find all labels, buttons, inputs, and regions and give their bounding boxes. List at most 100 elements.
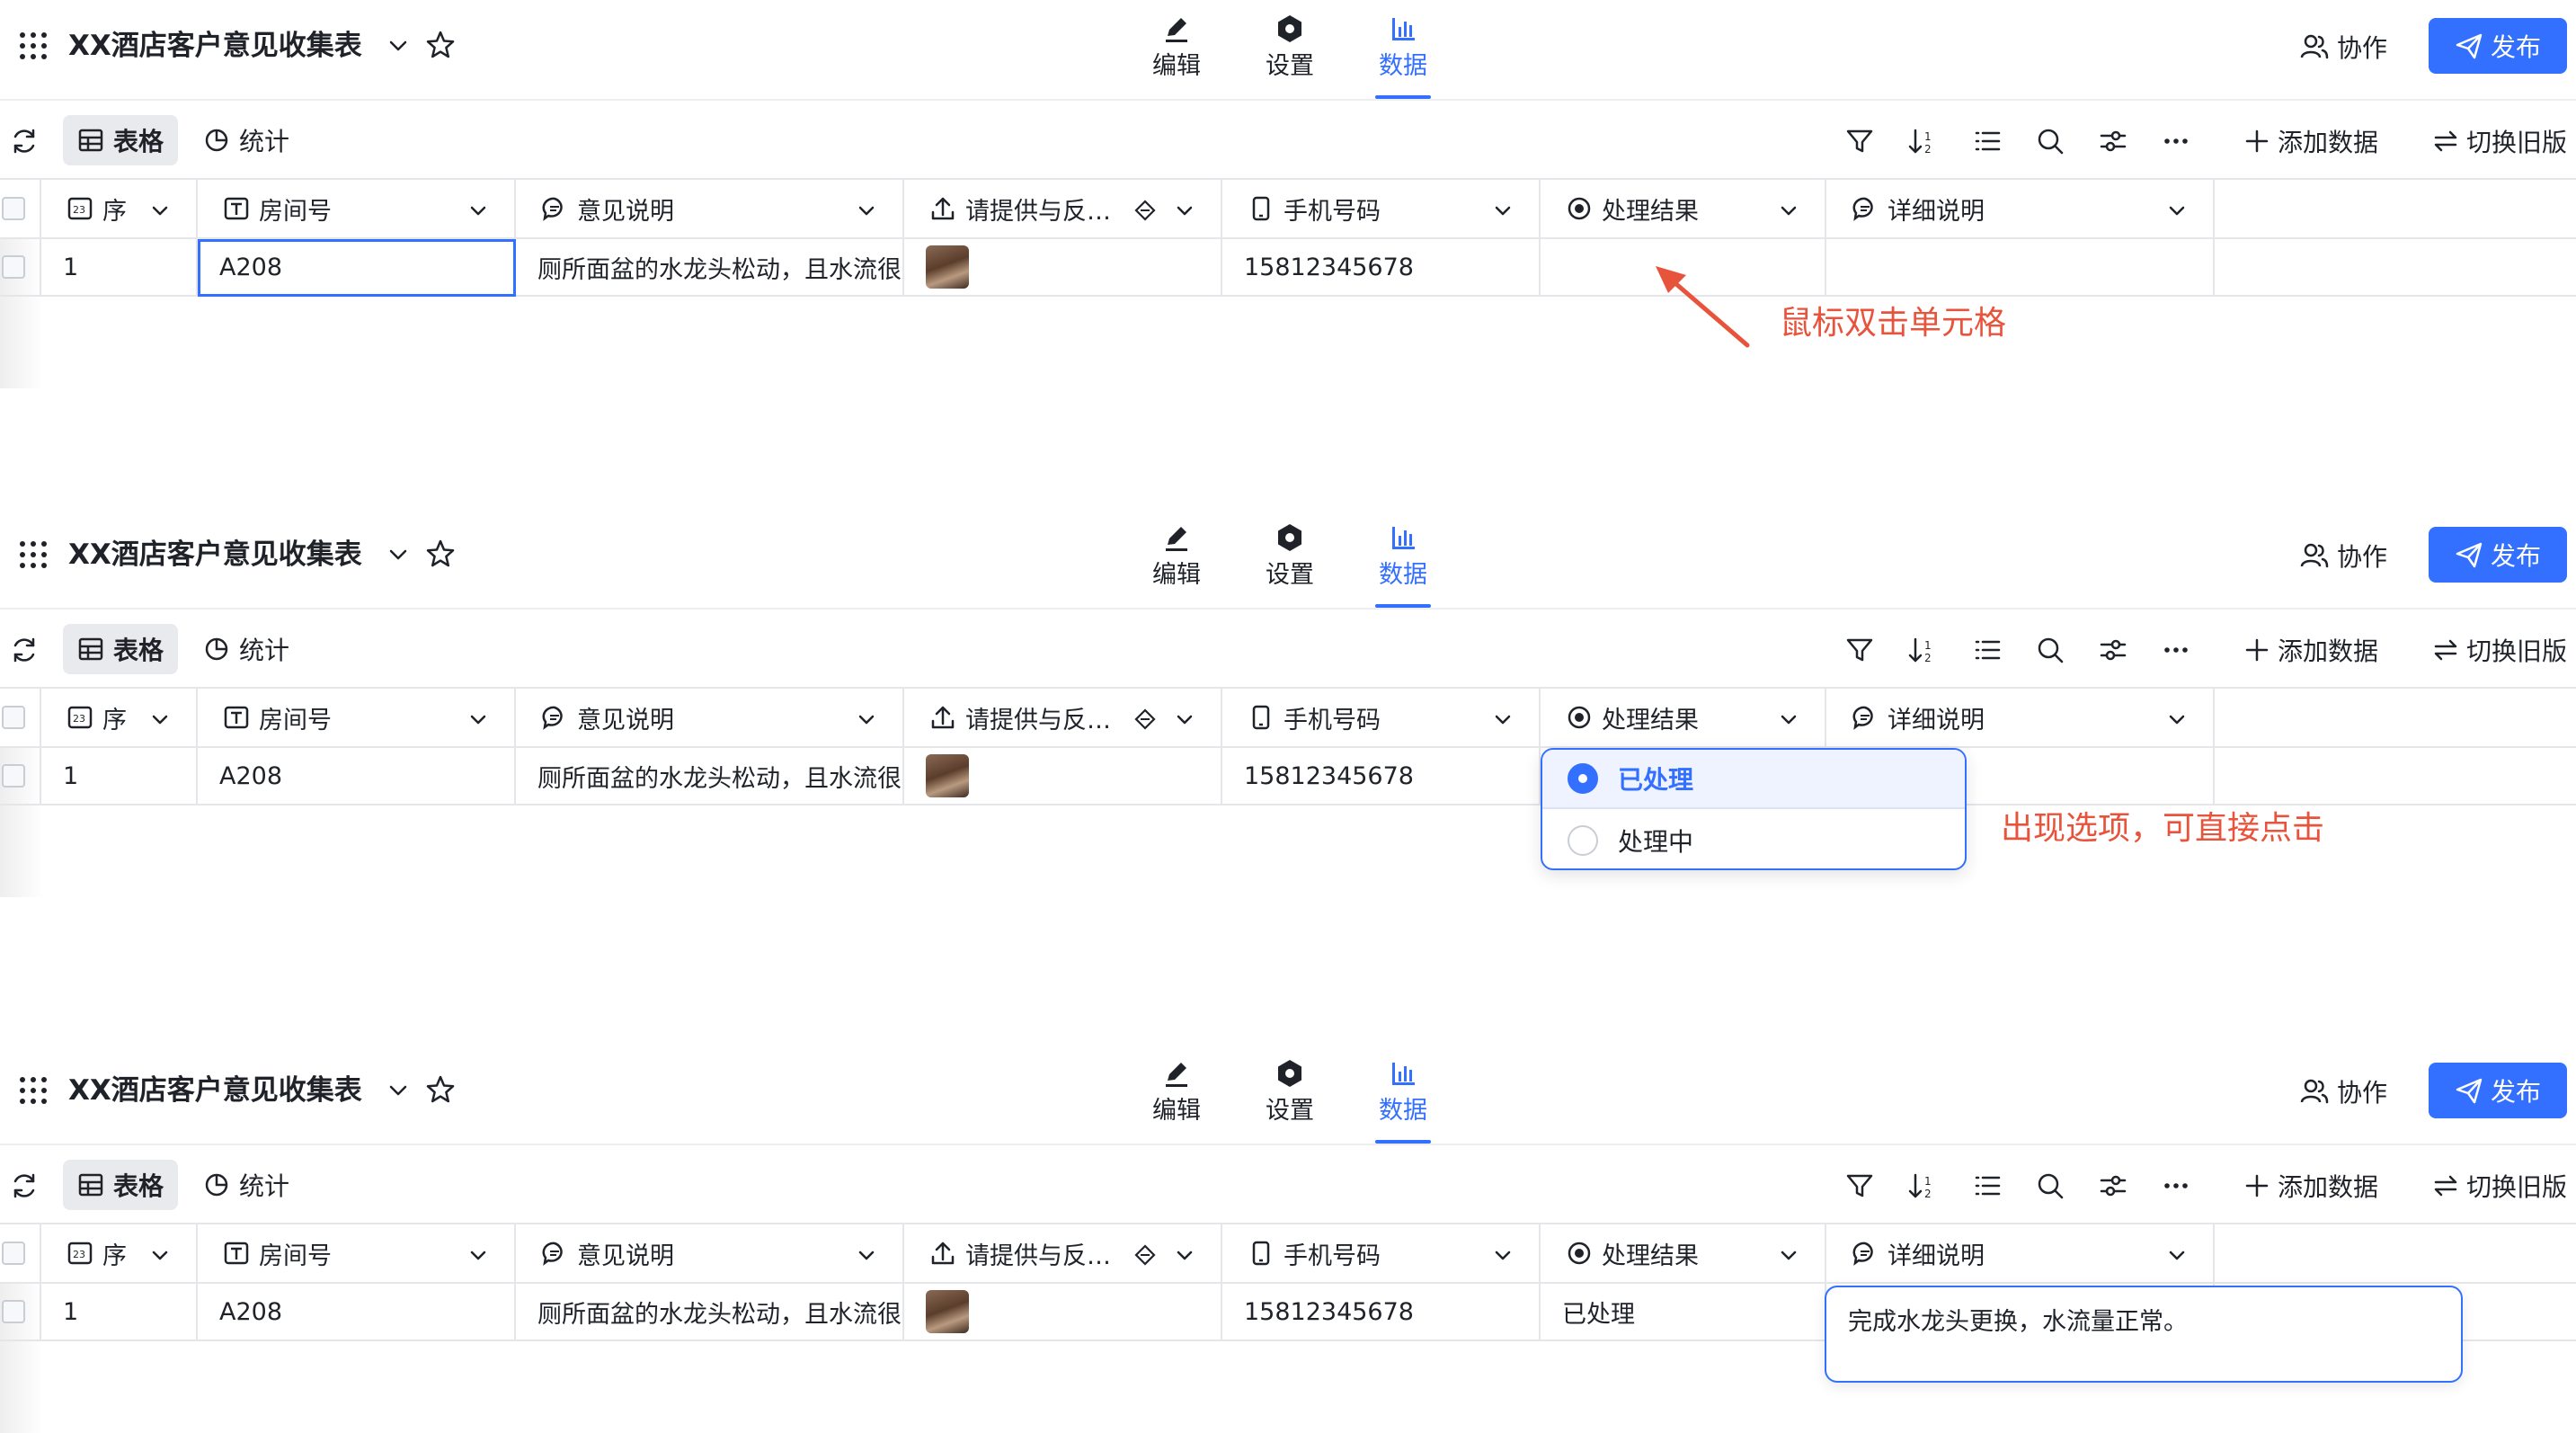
collab-button[interactable]: 协作 xyxy=(2299,1070,2387,1113)
chevron-down-icon[interactable] xyxy=(149,1244,171,1266)
search-icon[interactable] xyxy=(2035,126,2065,156)
select-all-checkbox[interactable] xyxy=(2,706,25,729)
column-header-phone[interactable]: 手机号码 xyxy=(1222,180,1541,239)
settings-sliders-icon[interactable] xyxy=(2098,126,2128,156)
cell-detail[interactable] xyxy=(1826,239,2215,297)
image-thumbnail[interactable] xyxy=(926,754,969,797)
sort-icon[interactable]: 12 xyxy=(1907,126,1938,156)
column-header-room[interactable]: 房间号 xyxy=(198,689,516,748)
cell-result[interactable]: 已处理 xyxy=(1541,1284,1826,1341)
option-processed[interactable]: 已处理 xyxy=(1542,750,1965,809)
row-checkbox-cell[interactable] xyxy=(0,1284,41,1341)
column-header-detail[interactable]: 详细说明 xyxy=(1826,1224,2215,1284)
tab-data[interactable]: 数据 xyxy=(1363,514,1443,608)
select-all-cell[interactable] xyxy=(0,689,41,748)
tab-data[interactable]: 数据 xyxy=(1363,5,1443,99)
filter-icon[interactable] xyxy=(1844,126,1875,156)
cell-room[interactable]: A208 xyxy=(198,239,516,297)
row-checkbox[interactable] xyxy=(2,764,25,788)
view-tab-table[interactable]: 表格 xyxy=(63,624,179,674)
column-header-comment[interactable]: 意见说明 xyxy=(516,1224,904,1284)
cell-upload[interactable] xyxy=(904,1284,1222,1341)
apps-grid-icon[interactable] xyxy=(18,31,49,61)
more-icon[interactable] xyxy=(2161,635,2191,665)
column-header-room[interactable]: 房间号 xyxy=(198,1224,516,1284)
list-icon[interactable] xyxy=(1972,1170,2003,1201)
sort-icon[interactable]: 12 xyxy=(1907,635,1938,665)
column-header-index[interactable]: 23 序 xyxy=(41,180,198,239)
sort-icon[interactable]: 12 xyxy=(1907,1170,1938,1201)
filter-icon[interactable] xyxy=(1844,635,1875,665)
column-header-upload[interactable]: 请提供与反… xyxy=(904,689,1222,748)
switch-old-version-button[interactable]: 切换旧版 xyxy=(2432,1167,2567,1205)
publish-button[interactable]: 发布 xyxy=(2429,527,2567,583)
column-header-index[interactable]: 23 序 xyxy=(41,1224,198,1284)
chevron-down-icon[interactable] xyxy=(1492,200,1514,221)
chevron-down-icon[interactable] xyxy=(1174,200,1195,221)
chevron-down-icon[interactable] xyxy=(1492,1244,1514,1266)
cell-comment[interactable]: 厕所面盆的水龙头松动，且水流很 xyxy=(516,239,904,297)
more-icon[interactable] xyxy=(2161,126,2191,156)
column-header-phone[interactable]: 手机号码 xyxy=(1222,689,1541,748)
select-all-cell[interactable] xyxy=(0,1224,41,1284)
chevron-down-icon[interactable] xyxy=(149,200,171,221)
column-header-result[interactable]: 处理结果 xyxy=(1541,689,1826,748)
chevron-down-icon[interactable] xyxy=(1174,1244,1195,1266)
tab-edit[interactable]: 编辑 xyxy=(1136,1050,1217,1144)
add-data-button[interactable]: 添加数据 xyxy=(2243,631,2378,669)
star-icon[interactable] xyxy=(424,29,457,61)
row-checkbox-cell[interactable] xyxy=(0,748,41,806)
cell-phone[interactable]: 15812345678 xyxy=(1222,1284,1541,1341)
publish-button[interactable]: 发布 xyxy=(2429,1063,2567,1118)
search-icon[interactable] xyxy=(2035,635,2065,665)
view-tab-stats[interactable]: 统计 xyxy=(189,624,304,674)
chevron-down-icon[interactable] xyxy=(1492,708,1514,730)
row-checkbox[interactable] xyxy=(2,255,25,279)
chevron-down-icon[interactable] xyxy=(386,543,410,566)
image-thumbnail[interactable] xyxy=(926,1290,969,1333)
select-all-checkbox[interactable] xyxy=(2,1242,25,1265)
cell-comment[interactable]: 厕所面盆的水龙头松动，且水流很 xyxy=(516,1284,904,1341)
column-header-upload[interactable]: 请提供与反… xyxy=(904,1224,1222,1284)
column-header-result[interactable]: 处理结果 xyxy=(1541,180,1826,239)
view-tab-table[interactable]: 表格 xyxy=(63,115,179,165)
tab-edit[interactable]: 编辑 xyxy=(1136,514,1217,608)
select-all-checkbox[interactable] xyxy=(2,197,25,220)
chevron-down-icon[interactable] xyxy=(856,708,877,730)
sort-diamond-icon[interactable] xyxy=(1133,707,1158,732)
switch-old-version-button[interactable]: 切换旧版 xyxy=(2432,631,2567,669)
chevron-down-icon[interactable] xyxy=(149,708,171,730)
tab-settings[interactable]: 设置 xyxy=(1249,514,1330,608)
chevron-down-icon[interactable] xyxy=(467,200,489,221)
search-icon[interactable] xyxy=(2035,1170,2065,1201)
cell-phone[interactable]: 15812345678 xyxy=(1222,748,1541,806)
column-header-detail[interactable]: 详细说明 xyxy=(1826,180,2215,239)
star-icon[interactable] xyxy=(424,1073,457,1106)
view-tab-table[interactable]: 表格 xyxy=(63,1160,179,1210)
chevron-down-icon[interactable] xyxy=(1174,708,1195,730)
sort-diamond-icon[interactable] xyxy=(1133,198,1158,223)
cell-upload[interactable] xyxy=(904,239,1222,297)
chevron-down-icon[interactable] xyxy=(2166,200,2188,221)
refresh-icon[interactable] xyxy=(9,635,40,665)
column-header-room[interactable]: 房间号 xyxy=(198,180,516,239)
collab-button[interactable]: 协作 xyxy=(2299,25,2387,68)
add-data-button[interactable]: 添加数据 xyxy=(2243,122,2378,160)
select-all-cell[interactable] xyxy=(0,180,41,239)
tab-data[interactable]: 数据 xyxy=(1363,1050,1443,1144)
column-header-result[interactable]: 处理结果 xyxy=(1541,1224,1826,1284)
column-header-detail[interactable]: 详细说明 xyxy=(1826,689,2215,748)
apps-grid-icon[interactable] xyxy=(18,539,49,570)
chevron-down-icon[interactable] xyxy=(1778,708,1799,730)
tab-edit[interactable]: 编辑 xyxy=(1136,5,1217,99)
add-data-button[interactable]: 添加数据 xyxy=(2243,1167,2378,1205)
sort-diamond-icon[interactable] xyxy=(1133,1242,1158,1268)
filter-icon[interactable] xyxy=(1844,1170,1875,1201)
switch-old-version-button[interactable]: 切换旧版 xyxy=(2432,122,2567,160)
view-tab-stats[interactable]: 统计 xyxy=(189,1160,304,1210)
chevron-down-icon[interactable] xyxy=(1778,200,1799,221)
row-checkbox-cell[interactable] xyxy=(0,239,41,297)
cell-phone[interactable]: 15812345678 xyxy=(1222,239,1541,297)
chevron-down-icon[interactable] xyxy=(386,1079,410,1102)
chevron-down-icon[interactable] xyxy=(467,1244,489,1266)
